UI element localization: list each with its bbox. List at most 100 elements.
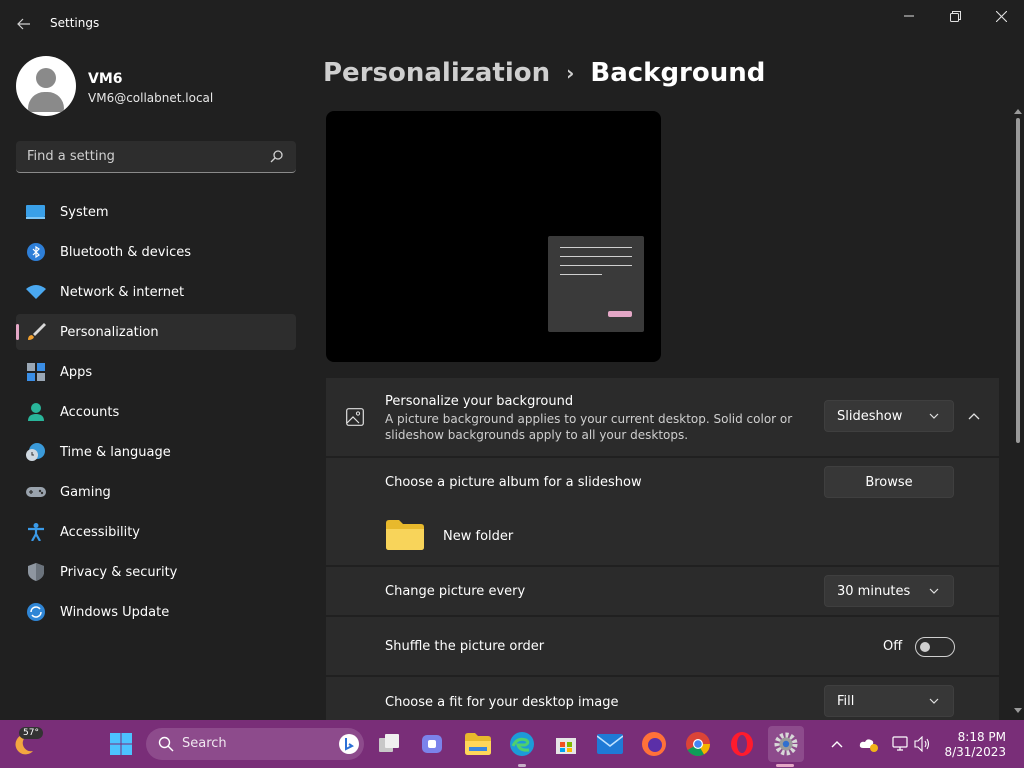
chrome-button[interactable] — [684, 730, 712, 758]
user-email: VM6@collabnet.local — [88, 91, 214, 105]
windows-logo-icon — [110, 733, 132, 755]
edge-button[interactable] — [508, 730, 536, 758]
teams-button[interactable] — [420, 730, 448, 758]
fit-dropdown[interactable]: Fill — [824, 685, 954, 717]
shuffle-card: Shuffle the picture order Off — [326, 617, 999, 675]
store-icon — [556, 738, 576, 754]
desktop-preview — [326, 111, 661, 362]
sync-icon — [27, 603, 45, 621]
breadcrumb-separator: › — [566, 61, 575, 85]
shuffle-state: Off — [883, 639, 903, 654]
gamepad-icon — [26, 487, 46, 497]
active-indicator — [16, 324, 19, 340]
personalize-description-1: A picture background applies to your cur… — [385, 412, 793, 426]
fit-card: Choose a fit for your desktop image Fill — [326, 677, 999, 720]
brush-icon — [28, 323, 46, 340]
background-type-dropdown[interactable]: Slideshow — [824, 400, 954, 432]
network-icon — [892, 736, 908, 751]
restore-icon — [949, 10, 961, 22]
task-view-button[interactable] — [376, 730, 404, 758]
opera-icon — [731, 732, 753, 756]
clock-time: 8:18 PM — [957, 730, 1006, 744]
firefox-button[interactable] — [640, 730, 668, 758]
chevron-down-icon — [929, 588, 939, 594]
title-bar: Settings — [0, 0, 1024, 48]
image-icon — [346, 408, 364, 426]
taskbar-search[interactable]: Search — [146, 728, 364, 760]
chevron-up-icon[interactable] — [968, 412, 980, 420]
mail-button[interactable] — [596, 730, 624, 758]
fit-label: Choose a fit for your desktop image — [385, 695, 619, 710]
sidebar-item-accessibility[interactable]: Accessibility — [16, 514, 296, 550]
browse-button[interactable]: Browse — [824, 466, 954, 498]
minimize-icon — [904, 15, 914, 17]
arrow-left-icon — [17, 18, 30, 30]
globe-clock-icon — [26, 443, 45, 461]
maximize-button[interactable] — [932, 0, 978, 32]
scroll-down-icon[interactable] — [1014, 708, 1022, 714]
search-icon — [270, 150, 283, 163]
edge-icon — [510, 732, 534, 756]
personalize-title: Personalize your background — [385, 394, 574, 409]
start-button[interactable] — [107, 730, 135, 758]
bluetooth-icon — [27, 243, 45, 261]
album-label: Choose a picture album for a slideshow — [385, 475, 642, 490]
shuffle-label: Shuffle the picture order — [385, 639, 545, 654]
store-button[interactable] — [552, 730, 580, 758]
shuffle-toggle[interactable] — [915, 637, 955, 657]
sidebar-item-privacy-security[interactable]: Privacy & security — [16, 554, 296, 590]
preview-window — [548, 236, 644, 332]
network-tray-button[interactable] — [890, 730, 912, 758]
teams-chat-icon — [422, 735, 442, 753]
bing-icon[interactable] — [338, 733, 360, 755]
album-card: Choose a picture album for a slideshow B… — [326, 458, 999, 565]
sidebar-item-apps[interactable]: Apps — [16, 354, 296, 390]
page-title: Background — [590, 58, 766, 88]
app-title: Settings — [50, 16, 100, 30]
search-input[interactable]: Find a setting — [16, 141, 296, 173]
close-button[interactable] — [978, 0, 1024, 32]
personalize-background-card: Personalize your background A picture ba… — [326, 378, 999, 456]
back-button[interactable] — [10, 12, 38, 36]
clock[interactable]: 8:18 PM 8/31/2023 — [944, 730, 1006, 760]
sidebar-item-accounts[interactable]: Accounts — [16, 394, 296, 430]
show-hidden-icons-button[interactable] — [826, 730, 848, 758]
sidebar-item-windows-update[interactable]: Windows Update — [16, 594, 296, 630]
sidebar-item-network[interactable]: Network & internet — [16, 274, 296, 310]
shield-icon — [28, 563, 44, 581]
sidebar-item-gaming[interactable]: Gaming — [16, 474, 296, 510]
scrollbar-thumb[interactable] — [1016, 118, 1020, 443]
cloud-warning-icon — [859, 739, 878, 752]
scrollbar[interactable] — [1013, 108, 1023, 720]
minimize-button[interactable] — [886, 0, 932, 32]
onedrive-tray-button[interactable] — [858, 730, 880, 758]
chevron-up-icon — [831, 741, 843, 748]
mail-icon — [597, 734, 623, 754]
volume-tray-button[interactable] — [912, 730, 934, 758]
task-view-icon — [379, 734, 399, 752]
folder-icon — [386, 520, 424, 550]
search-placeholder: Find a setting — [27, 149, 115, 164]
taskbar-search-label: Search — [182, 736, 227, 751]
chrome-icon — [686, 732, 710, 757]
chevron-down-icon — [929, 698, 939, 704]
sidebar-item-time-language[interactable]: Time & language — [16, 434, 296, 470]
person-icon — [28, 403, 44, 421]
settings-taskbar-button[interactable] — [768, 726, 804, 762]
sidebar-item-system[interactable]: System — [16, 194, 296, 230]
interval-dropdown[interactable]: 30 minutes — [824, 575, 954, 607]
file-explorer-button[interactable] — [464, 730, 492, 758]
sidebar-item-bluetooth[interactable]: Bluetooth & devices — [16, 234, 296, 270]
breadcrumb-parent[interactable]: Personalization — [323, 58, 550, 88]
folder-name[interactable]: New folder — [443, 529, 513, 544]
clock-date: 8/31/2023 — [944, 745, 1006, 759]
apps-icon — [27, 363, 45, 381]
personalize-description-2: slideshow backgrounds apply to all your … — [385, 428, 689, 442]
breadcrumb: Personalization › Background — [323, 58, 765, 88]
volume-icon — [914, 736, 930, 752]
scroll-up-icon[interactable] — [1014, 108, 1022, 114]
sidebar-item-personalization[interactable]: Personalization — [16, 314, 296, 350]
avatar[interactable] — [16, 56, 76, 116]
firefox-icon — [642, 732, 666, 756]
opera-button[interactable] — [728, 730, 756, 758]
